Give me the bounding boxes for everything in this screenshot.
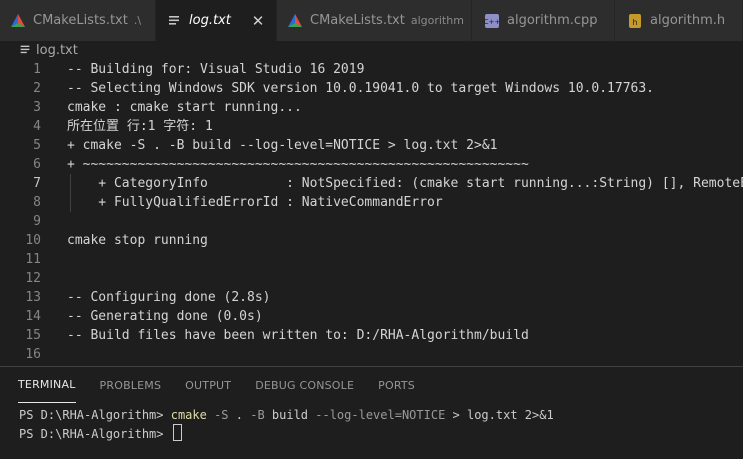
code-line: 10 cmake stop running	[0, 231, 743, 250]
code-line: 5 + cmake -S . -B build --log-level=NOTIC…	[0, 136, 743, 155]
line-number: 11	[25, 252, 41, 267]
terminal-prompt: PS D:\RHA-Algorithm>	[19, 408, 171, 422]
line-number: 15	[25, 328, 41, 343]
bottom-panel: TERMINAL PROBLEMS OUTPUT DEBUG CONSOLE P…	[0, 366, 743, 459]
line-number: 3	[33, 100, 41, 115]
svg-text:h: h	[632, 18, 637, 27]
tab-problems[interactable]: PROBLEMS	[100, 367, 162, 403]
terminal-arg: > log.txt 2>&1	[445, 408, 554, 422]
line-number: 16	[25, 347, 41, 362]
tab-label: algorithm.cpp	[507, 13, 598, 28]
terminal-arg: -S	[206, 408, 229, 422]
terminal-line: PS D:\RHA-Algorithm> cmake -S . -B build…	[19, 406, 554, 424]
line-number: 6	[33, 157, 41, 172]
tab-ports[interactable]: PORTS	[378, 367, 415, 403]
line-number: 10	[25, 233, 41, 248]
tab-label: CMakeLists.txt	[310, 13, 405, 28]
code-text: + CategoryInfo : NotSpecified: (cmake st…	[67, 176, 743, 191]
tab-description: algorithm	[410, 14, 464, 27]
code-line: 13 -- Configuring done (2.8s)	[0, 288, 743, 307]
tab-cmakelists-root[interactable]: CMakeLists.txt .\	[0, 0, 156, 41]
text-file-icon	[20, 45, 30, 54]
code-text: 所在位置 行:1 字符: 1	[67, 119, 213, 134]
line-number: 9	[33, 214, 41, 229]
breadcrumb-file[interactable]: log.txt	[36, 43, 78, 58]
code-text: + cmake -S . -B build --log-level=NOTICE…	[67, 138, 498, 153]
code-line: 3 cmake : cmake start running...	[0, 98, 743, 117]
code-line: 9	[0, 212, 743, 231]
cpp-file-icon: C++	[484, 13, 500, 28]
code-text: -- Configuring done (2.8s)	[67, 290, 271, 305]
line-number: 1	[33, 62, 41, 77]
code-line: 8 + FullyQualifiedErrorId : NativeComman…	[0, 193, 743, 212]
tab-log-txt[interactable]: log.txt ✕	[156, 0, 277, 41]
tab-output[interactable]: OUTPUT	[185, 367, 231, 403]
tab-cmakelists-algorithm[interactable]: CMakeLists.txt algorithm	[277, 0, 472, 41]
tab-description: .\	[133, 14, 142, 27]
text-file-icon	[169, 15, 179, 25]
line-number: 8	[33, 195, 41, 210]
terminal-prompt: PS D:\RHA-Algorithm>	[19, 427, 171, 441]
code-line: 12	[0, 269, 743, 288]
line-number: 12	[25, 271, 41, 286]
tab-algorithm-h[interactable]: h algorithm.h	[615, 0, 743, 41]
terminal-arg: --log-level=NOTICE	[315, 408, 446, 422]
line-number: 7	[33, 176, 41, 191]
tab-debug-console[interactable]: DEBUG CONSOLE	[255, 367, 354, 403]
line-number: 13	[25, 290, 41, 305]
code-line: 6 + ~~~~~~~~~~~~~~~~~~~~~~~~~~~~~~~~~~~~~…	[0, 155, 743, 174]
tab-terminal[interactable]: TERMINAL	[18, 367, 76, 403]
code-text: cmake stop running	[67, 233, 208, 248]
terminal-cursor	[172, 424, 182, 441]
cmake-icon	[288, 13, 302, 27]
code-text: cmake : cmake start running...	[67, 100, 302, 115]
code-text: -- Generating done (0.0s)	[67, 309, 263, 324]
breadcrumb: log.txt	[0, 41, 743, 59]
code-line: 14 -- Generating done (0.0s)	[0, 307, 743, 326]
code-text: + ~~~~~~~~~~~~~~~~~~~~~~~~~~~~~~~~~~~~~~…	[67, 157, 529, 172]
line-number: 2	[33, 81, 41, 96]
code-line: 2 -- Selecting Windows SDK version 10.0.1…	[0, 79, 743, 98]
terminal-output[interactable]: PS D:\RHA-Algorithm> cmake -S . -B build…	[19, 406, 554, 442]
tab-algorithm-cpp[interactable]: C++ algorithm.cpp	[472, 0, 615, 41]
h-file-icon: h	[629, 13, 641, 28]
code-line: 1 -- Building for: Visual Studio 16 2019	[0, 60, 743, 79]
code-editor[interactable]: 1 -- Building for: Visual Studio 16 2019 2…	[0, 60, 743, 366]
panel-tab-bar: TERMINAL PROBLEMS OUTPUT DEBUG CONSOLE P…	[0, 367, 743, 403]
code-text: -- Selecting Windows SDK version 10.0.19…	[67, 81, 654, 96]
terminal-arg: .	[228, 408, 251, 422]
tab-label: algorithm.h	[650, 13, 726, 28]
code-line: 16	[0, 345, 743, 364]
editor-tab-bar: CMakeLists.txt .\ log.txt ✕ CMakeLists.t…	[0, 0, 743, 41]
svg-text:C++: C++	[484, 18, 500, 26]
code-text: -- Building for: Visual Studio 16 2019	[67, 62, 365, 77]
line-number: 4	[33, 119, 41, 134]
line-number: 14	[25, 309, 41, 324]
terminal-arg: build	[264, 408, 316, 422]
code-text: -- Build files have been written to: D:/…	[67, 328, 529, 343]
code-line: 15 -- Build files have been written to: D…	[0, 326, 743, 345]
cmake-icon	[11, 13, 25, 27]
terminal-arg: -B	[250, 408, 265, 422]
terminal-command: cmake	[170, 408, 207, 422]
terminal-line: PS D:\RHA-Algorithm>	[19, 424, 554, 442]
line-number: 5	[33, 138, 41, 153]
code-line: 11	[0, 250, 743, 269]
close-icon[interactable]: ✕	[250, 12, 266, 30]
tab-label: log.txt	[189, 13, 231, 28]
tab-label: CMakeLists.txt	[33, 13, 128, 28]
code-text: + FullyQualifiedErrorId : NativeCommandE…	[67, 195, 443, 210]
code-line: 7 + CategoryInfo : NotSpecified: (cmake …	[0, 174, 743, 193]
code-line: 4 所在位置 行:1 字符: 1	[0, 117, 743, 136]
